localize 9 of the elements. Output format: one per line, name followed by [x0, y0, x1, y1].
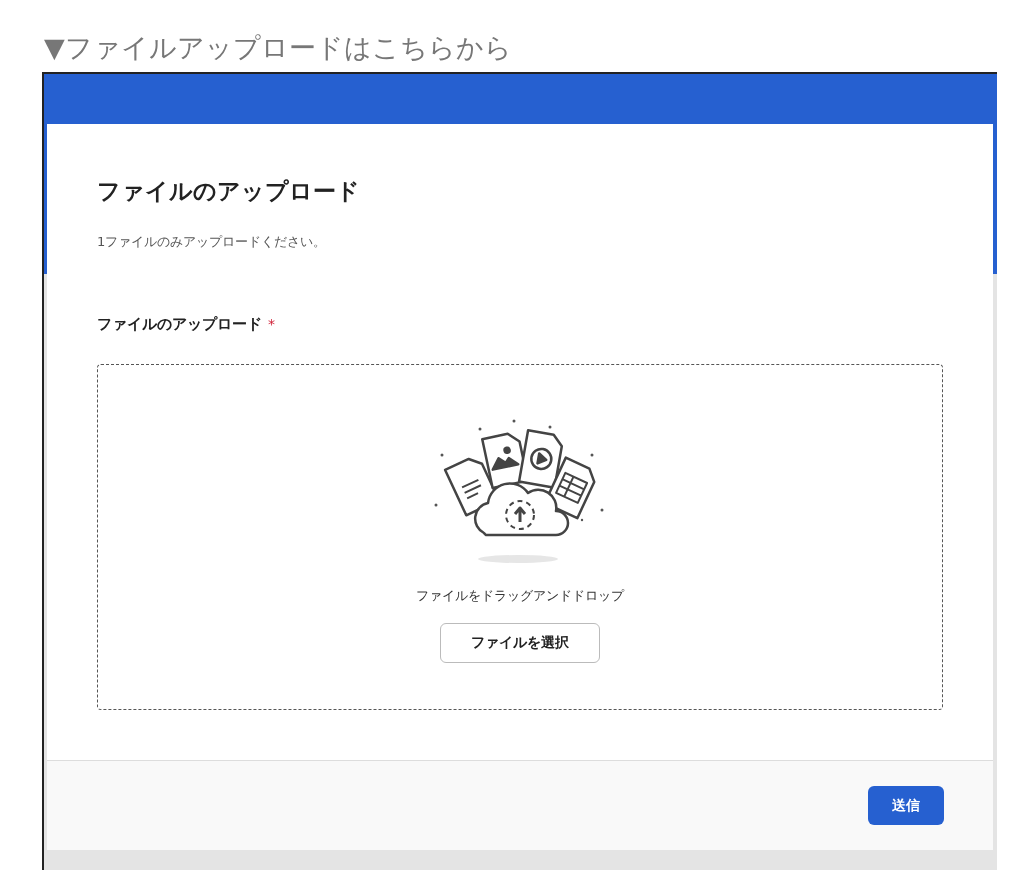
- field-label: ファイルのアップロード: [97, 315, 262, 334]
- form-description: 1ファイルのみアップロードください。: [97, 233, 328, 251]
- drop-instruction: ファイルをドラッグアンドドロップ: [416, 587, 624, 605]
- file-drop-zone[interactable]: ファイルをドラッグアンドドロップ ファイルを選択: [97, 364, 943, 710]
- select-file-button[interactable]: ファイルを選択: [440, 623, 600, 663]
- submit-button[interactable]: 送信: [868, 786, 944, 825]
- page-heading: ▼ファイルアップロードはこちらから: [44, 31, 513, 65]
- form-title: ファイルのアップロード: [97, 177, 361, 206]
- required-mark: *: [268, 316, 275, 332]
